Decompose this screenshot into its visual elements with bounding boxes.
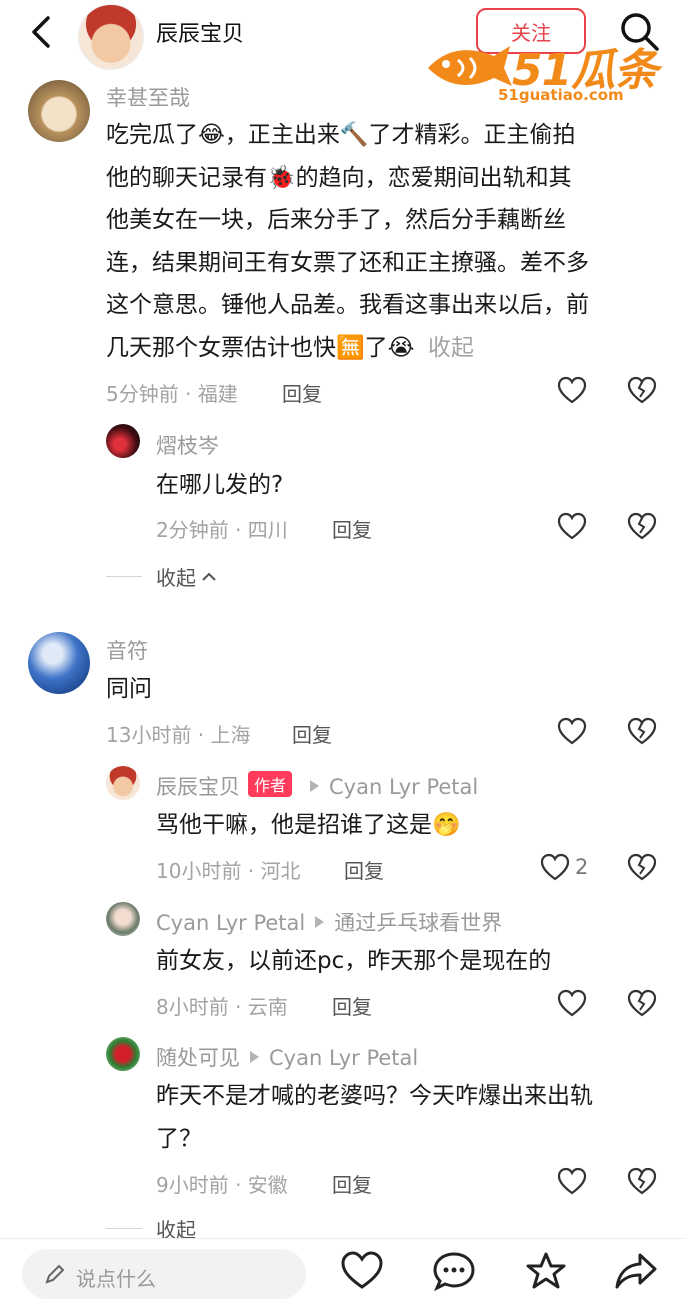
comment-line: 连，结果期间王有女票了还和正主撩骚。差不多: [106, 249, 589, 276]
comment-time-location: 5分钟前 · 福建: [106, 382, 238, 406]
comment-line: 吃完瓜了😂，正主出来🔨了才精彩。正主偷拍: [106, 122, 576, 148]
reply-user-name[interactable]: 随处可见: [156, 1046, 240, 1070]
reply-button[interactable]: 回复: [344, 855, 384, 884]
pencil-icon: [45, 1264, 65, 1284]
reply-user-line: 辰辰宝贝 作者 Cyan Lyr Petal: [156, 771, 478, 801]
collapse-label: 收起: [156, 566, 196, 590]
commenter-name[interactable]: 幸甚至哉: [106, 82, 190, 112]
dislike-broken-heart-icon[interactable]: [627, 1167, 657, 1197]
reply-user-name[interactable]: 熠枝岑: [156, 430, 219, 460]
commenter-name[interactable]: 音符: [106, 635, 148, 665]
reply-user-name[interactable]: 辰辰宝贝: [156, 775, 240, 799]
reply-text[interactable]: 昨天不是才喊的老婆吗？今天咋爆出来出轨 了？: [156, 1075, 656, 1160]
author-avatar[interactable]: [78, 4, 144, 70]
like-heart-icon[interactable]: [540, 853, 570, 883]
comment-time-location: 13小时前 · 上海: [106, 723, 251, 747]
reply-to-name[interactable]: Cyan Lyr Petal: [329, 775, 478, 799]
reply-to-name[interactable]: Cyan Lyr Petal: [269, 1046, 418, 1070]
divider: [106, 576, 142, 577]
reply-user-name[interactable]: Cyan Lyr Petal: [156, 911, 305, 935]
reply-button[interactable]: 回复: [282, 378, 322, 407]
comment-line: 几天那个女票估计也快🈚了😭: [106, 334, 415, 361]
watermark-logo: 51瓜条 51guatiao.com: [424, 34, 668, 106]
comment-line: 他的聊天记录有🐞的趋向，恋爱期间出轨和其: [106, 164, 572, 191]
dislike-broken-heart-icon[interactable]: [627, 376, 657, 406]
dislike-broken-heart-icon[interactable]: [627, 717, 657, 747]
collapse-replies-toggle[interactable]: 收起: [106, 562, 218, 591]
reply-user-line: Cyan Lyr Petal 通过乒乓球看世界: [156, 907, 502, 937]
author-badge: 作者: [248, 771, 293, 797]
reply-button[interactable]: 回复: [332, 514, 372, 543]
watermark-site: 51guatiao.com: [498, 86, 624, 104]
reply-avatar[interactable]: [106, 766, 140, 800]
reply-user-line: 随处可见 Cyan Lyr Petal: [156, 1042, 418, 1072]
like-heart-icon[interactable]: [557, 989, 587, 1019]
like-count: 2: [575, 855, 589, 879]
comment-line-last: 几天那个女票估计也快🈚了😭 收起: [106, 327, 666, 370]
reply-avatar[interactable]: [106, 902, 140, 936]
reply-time-location: 2分钟前 · 四川: [156, 518, 288, 542]
dislike-broken-heart-icon[interactable]: [627, 989, 657, 1019]
commenter-avatar[interactable]: [28, 632, 90, 694]
reply-button[interactable]: 回复: [292, 719, 332, 748]
reply-time-location: 9小时前 · 安徽: [156, 1173, 288, 1197]
reply-text[interactable]: 骂他干嘛，他是招谁了这是🤭: [156, 804, 461, 847]
commenter-avatar[interactable]: [28, 80, 90, 142]
back-arrow-icon[interactable]: [22, 12, 62, 52]
like-icon[interactable]: [340, 1251, 384, 1291]
comment-input[interactable]: 说点什么: [22, 1249, 306, 1299]
share-icon[interactable]: [614, 1251, 658, 1291]
expand-toggle[interactable]: 收起: [428, 335, 474, 361]
star-icon[interactable]: [524, 1251, 568, 1291]
chevron-up-icon: [202, 572, 216, 581]
reply-button[interactable]: 回复: [332, 1169, 372, 1198]
like-heart-icon[interactable]: [557, 512, 587, 542]
comment-icon[interactable]: [432, 1251, 476, 1291]
dislike-broken-heart-icon[interactable]: [627, 512, 657, 542]
reply-line: 了？: [156, 1125, 202, 1152]
bottom-action-bar: 说点什么: [0, 1238, 686, 1299]
reply-to-arrow-icon: [310, 780, 320, 792]
like-heart-icon[interactable]: [557, 1167, 587, 1197]
reply-time-location: 8小时前 · 云南: [156, 995, 288, 1019]
reply-time-location: 10小时前 · 河北: [156, 859, 301, 883]
reply-button[interactable]: 回复: [332, 991, 372, 1020]
like-heart-icon[interactable]: [557, 376, 587, 406]
comment-text[interactable]: 吃完瓜了😂，正主出来🔨了才精彩。正主偷拍 他的聊天记录有🐞的趋向，恋爱期间出轨和…: [106, 114, 666, 369]
reply-text[interactable]: 前女友，以前还pc，昨天那个是现在的: [156, 940, 551, 983]
like-heart-icon[interactable]: [557, 717, 587, 747]
reply-to-name[interactable]: 通过乒乓球看世界: [334, 911, 502, 935]
comment-line: 这个意思。锤他人品差。我看这事出来以后，前: [106, 292, 589, 318]
divider: [106, 1228, 142, 1229]
reply-line: 昨天不是才喊的老婆吗？今天咋爆出来出轨: [156, 1083, 593, 1109]
reply-avatar[interactable]: [106, 424, 140, 458]
reply-text[interactable]: 在哪儿发的?: [156, 464, 283, 507]
reply-to-arrow-icon: [250, 1051, 259, 1063]
reply-avatar[interactable]: [106, 1037, 140, 1071]
dislike-broken-heart-icon[interactable]: [627, 853, 657, 883]
author-name[interactable]: 辰辰宝贝: [156, 16, 244, 48]
comment-input-placeholder: 说点什么: [76, 1267, 156, 1291]
comment-line: 他美女在一块，后来分手了，然后分手藕断丝: [106, 207, 566, 233]
reply-to-arrow-icon: [315, 916, 325, 928]
comment-text[interactable]: 同问: [106, 668, 152, 711]
